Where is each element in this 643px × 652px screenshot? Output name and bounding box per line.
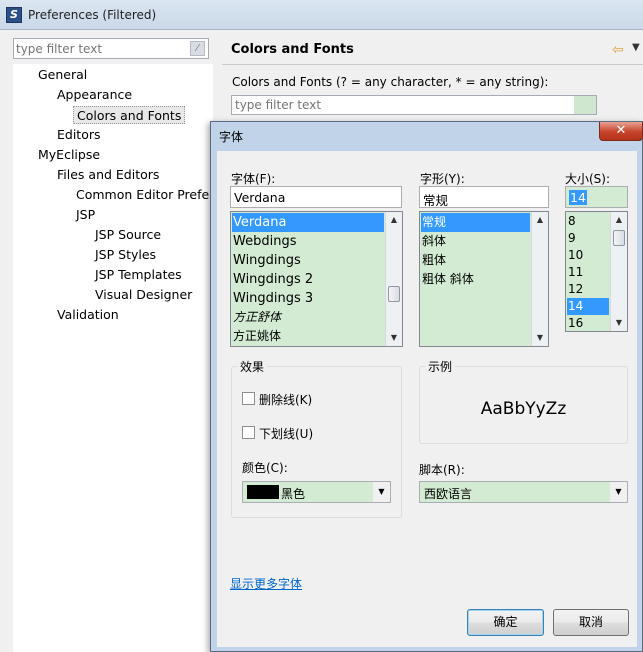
font-label: 字体(F):	[231, 172, 276, 186]
scroll-thumb[interactable]	[613, 230, 625, 246]
scroll-up-icon[interactable]: ▲	[611, 212, 627, 228]
heading-divider	[222, 64, 643, 65]
ok-button[interactable]: 确定	[467, 609, 544, 636]
list-item[interactable]: Wingdings	[232, 251, 384, 270]
font-size-list[interactable]: 8 9 10 11 12 14 16 ▲ ▼	[565, 211, 628, 332]
font-dialog: 字体 ✕ 字体(F): Verdana Verdana Webdings Win…	[210, 121, 643, 652]
style-list-scrollbar[interactable]: ▲ ▼	[531, 212, 548, 346]
window-title: Preferences (Filtered)	[28, 8, 157, 22]
dialog-body: 字体(F): Verdana Verdana Webdings Wingding…	[217, 151, 637, 647]
show-more-fonts-link[interactable]: 显示更多字体	[230, 575, 302, 592]
effects-title: 效果	[237, 358, 268, 375]
size-label: 大小(S):	[565, 172, 611, 186]
font-name-field[interactable]: Verdana	[230, 186, 402, 208]
tree-item-myeclipse[interactable]: MyEclipse	[38, 146, 100, 164]
list-item[interactable]: 16	[567, 315, 609, 331]
tree-item-editors[interactable]: Editors	[57, 126, 101, 144]
tree-item-jsp-styles[interactable]: JSP Styles	[95, 246, 156, 264]
tree-item-files-and-editors[interactable]: Files and Editors	[57, 166, 159, 184]
tree-item-appearance[interactable]: Appearance	[57, 86, 132, 104]
color-value: 黑色	[281, 487, 306, 501]
sample-text: AaBbYyZz	[480, 399, 567, 419]
list-item[interactable]: 方正姚体	[232, 327, 384, 346]
view-menu-icon[interactable]: ▼	[632, 42, 640, 53]
scroll-down-icon[interactable]: ▼	[532, 330, 548, 346]
scroll-thumb[interactable]	[388, 286, 400, 302]
cancel-button[interactable]: 取消	[553, 609, 629, 636]
tree-item-validation[interactable]: Validation	[57, 306, 119, 324]
preferences-nav-pane: ⁄ General Appearance Colors and Fonts Ed…	[0, 30, 214, 652]
font-list[interactable]: Verdana Webdings Wingdings Wingdings 2 W…	[230, 211, 403, 347]
font-size-field[interactable]: 14	[565, 186, 628, 208]
color-swatch	[247, 485, 279, 499]
tree-item-jsp-source[interactable]: JSP Source	[95, 226, 161, 244]
size-list-scrollbar[interactable]: ▲ ▼	[610, 212, 627, 331]
sample-title: 示例	[425, 358, 456, 375]
font-size-value: 14	[569, 190, 587, 205]
strikeout-checkbox[interactable]	[242, 392, 255, 405]
tree-item-general[interactable]: General	[38, 66, 87, 84]
page-filter-clear[interactable]	[574, 96, 596, 114]
font-style-list[interactable]: 常规 斜体 粗体 粗体 斜体 ▲ ▼	[419, 211, 549, 347]
chevron-down-icon[interactable]: ▼	[373, 482, 390, 502]
dialog-title: 字体	[219, 130, 244, 144]
list-item[interactable]: Wingdings 3	[232, 289, 384, 308]
list-item[interactable]: Wingdings 2	[232, 270, 384, 289]
color-combo[interactable]: 黑色 ▼	[242, 481, 391, 503]
list-item[interactable]: 10	[567, 247, 609, 264]
tree-item-common-editor-prefs[interactable]: Common Editor Prefer	[76, 186, 214, 204]
list-item[interactable]: 14	[567, 298, 609, 315]
clear-filter-icon[interactable]: ⁄	[190, 41, 205, 56]
tree-item-colors-and-fonts[interactable]: Colors and Fonts	[73, 106, 186, 124]
list-item[interactable]: 方正舒体	[232, 308, 384, 327]
scroll-up-icon[interactable]: ▲	[386, 212, 402, 228]
list-item[interactable]: Webdings	[232, 232, 384, 251]
font-style-field[interactable]: 常规	[419, 186, 549, 208]
list-item[interactable]: 9	[567, 230, 609, 247]
font-list-scrollbar[interactable]: ▲ ▼	[385, 212, 402, 346]
style-label: 字形(Y):	[420, 172, 465, 186]
page-title: Colors and Fonts	[231, 42, 354, 57]
list-item[interactable]: 斜体	[421, 232, 530, 251]
script-label: 脚本(R):	[419, 463, 465, 477]
preference-tree: General Appearance Colors and Fonts Edit…	[13, 64, 214, 652]
list-item[interactable]: 11	[567, 264, 609, 281]
list-item[interactable]: 8	[567, 213, 609, 230]
title-bar[interactable]: S Preferences (Filtered)	[0, 0, 643, 30]
close-button[interactable]: ✕	[599, 122, 643, 141]
list-item[interactable]: 粗体 斜体	[421, 270, 530, 289]
scroll-down-icon[interactable]: ▼	[611, 315, 627, 331]
tree-filter-input[interactable]	[16, 40, 184, 57]
scroll-up-icon[interactable]: ▲	[532, 212, 548, 228]
list-item[interactable]: 粗体	[421, 251, 530, 270]
tree-item-visual-designer[interactable]: Visual Designer	[95, 286, 192, 304]
scroll-down-icon[interactable]: ▼	[386, 330, 402, 346]
underline-label[interactable]: 下划线(U)	[259, 425, 313, 442]
back-arrow-icon[interactable]: ⇦	[612, 42, 624, 58]
tree-item-jsp[interactable]: JSP	[76, 206, 95, 224]
list-item[interactable]: 12	[567, 281, 609, 298]
script-combo[interactable]: 西欧语言 ▼	[419, 481, 628, 503]
tree-filter-box: ⁄	[13, 38, 209, 59]
page-filter-input[interactable]	[235, 97, 565, 113]
underline-checkbox[interactable]	[242, 426, 255, 439]
app-icon: S	[6, 7, 22, 23]
list-item[interactable]: 常规	[421, 213, 530, 232]
chevron-down-icon[interactable]: ▼	[610, 482, 627, 502]
list-item[interactable]: Verdana	[232, 213, 384, 232]
strikeout-label[interactable]: 删除线(K)	[259, 391, 312, 408]
tree-item-jsp-templates[interactable]: JSP Templates	[95, 266, 182, 284]
page-filter-box	[231, 95, 597, 115]
filter-description: Colors and Fonts (? = any character, * =…	[232, 75, 549, 89]
color-label: 颜色(C):	[242, 461, 288, 475]
script-value: 西欧语言	[424, 487, 473, 501]
